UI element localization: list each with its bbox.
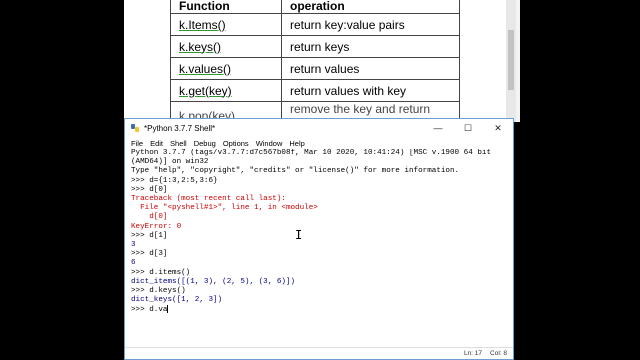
shell-line: Type "help", "copyright", "credits" or "… <box>131 167 460 176</box>
shell-line: >>> d={1:3,2:5,3:6} <box>131 176 218 185</box>
text-caret <box>167 305 169 314</box>
scrollbar-thumb[interactable] <box>508 30 514 90</box>
dictionary-methods-table: Function operation k.Items() return key:… <box>170 0 460 131</box>
cell-function: k.values() <box>170 57 282 80</box>
header-function: Function <box>170 0 282 14</box>
table-row: k.Items() return key:value pairs <box>170 13 460 36</box>
cell-operation: return key:value pairs <box>281 13 460 36</box>
shell-line: >>> d[0] <box>131 185 168 194</box>
shell-line: d[0] <box>131 213 168 222</box>
column-indicator: Col: 8 <box>490 350 507 357</box>
shell-line: >>> d.keys() <box>131 287 186 296</box>
shell-line: >>> d.va <box>131 305 169 315</box>
text-cursor-icon: I <box>295 228 303 242</box>
shell-line: 6 <box>131 259 136 268</box>
close-button[interactable]: ✕ <box>483 123 513 134</box>
cell-operation: return keys <box>281 35 460 58</box>
cell-operation: return values <box>281 57 460 80</box>
table-header-row: Function operation <box>170 0 460 14</box>
shell-line: File "<pyshell#1>", line 1, in <module> <box>131 204 318 213</box>
shell-line: >>> d[3] <box>131 250 168 259</box>
cell-function: k.keys() <box>170 35 282 58</box>
menu-window[interactable]: Window <box>256 139 283 148</box>
shell-line: (AMD64)] on win32 <box>131 158 209 167</box>
shell-line: >>> d[1] <box>131 231 168 240</box>
shell-line: dict_items([(1, 3), (2, 5), (3, 6)]) <box>131 277 296 286</box>
status-bar: Ln: 17 Col: 8 <box>125 347 513 359</box>
menu-options[interactable]: Options <box>223 139 249 148</box>
table-row: k.keys() return keys <box>170 35 460 58</box>
window-edge <box>516 0 520 122</box>
header-operation: operation <box>281 0 460 14</box>
table-row: k.get(key) return values with key <box>170 79 460 102</box>
window-title: *Python 3.7.7 Shell* <box>144 123 216 133</box>
shell-line: dict_keys([1, 2, 3]) <box>131 296 223 305</box>
shell-text-area[interactable]: Python 3.7.7 (tags/v3.7.7:d7c567b08f, Ma… <box>131 149 509 347</box>
table-row: k.values() return values <box>170 57 460 80</box>
shell-line: 3 <box>131 241 136 250</box>
shell-line: Python 3.7.7 (tags/v3.7.7:d7c567b08f, Ma… <box>131 149 492 157</box>
shell-line: Traceback (most recent call last): <box>131 195 286 204</box>
menu-debug[interactable]: Debug <box>194 139 216 148</box>
shell-line: >>> d.items() <box>131 268 191 277</box>
menu-bar: File Edit Shell Debug Options Window Hel… <box>125 137 513 149</box>
python-shell-window: *Python 3.7.7 Shell* — ☐ ✕ File Edit She… <box>124 118 514 360</box>
python-icon <box>131 124 139 132</box>
maximize-button[interactable]: ☐ <box>453 123 483 134</box>
cell-operation: return values with key <box>281 79 460 102</box>
menu-help[interactable]: Help <box>289 139 304 148</box>
menu-edit[interactable]: Edit <box>150 139 163 148</box>
menu-shell[interactable]: Shell <box>170 139 187 148</box>
minimize-button[interactable]: — <box>423 123 453 133</box>
shell-line: KeyError: 0 <box>131 222 182 231</box>
document-scrollbar[interactable] <box>506 0 516 122</box>
cell-function: k.Items() <box>170 13 282 36</box>
menu-file[interactable]: File <box>131 139 143 148</box>
title-bar[interactable]: *Python 3.7.7 Shell* — ☐ ✕ <box>125 119 513 137</box>
line-indicator: Ln: 17 <box>463 350 483 357</box>
cell-function: k.get(key) <box>170 79 282 102</box>
